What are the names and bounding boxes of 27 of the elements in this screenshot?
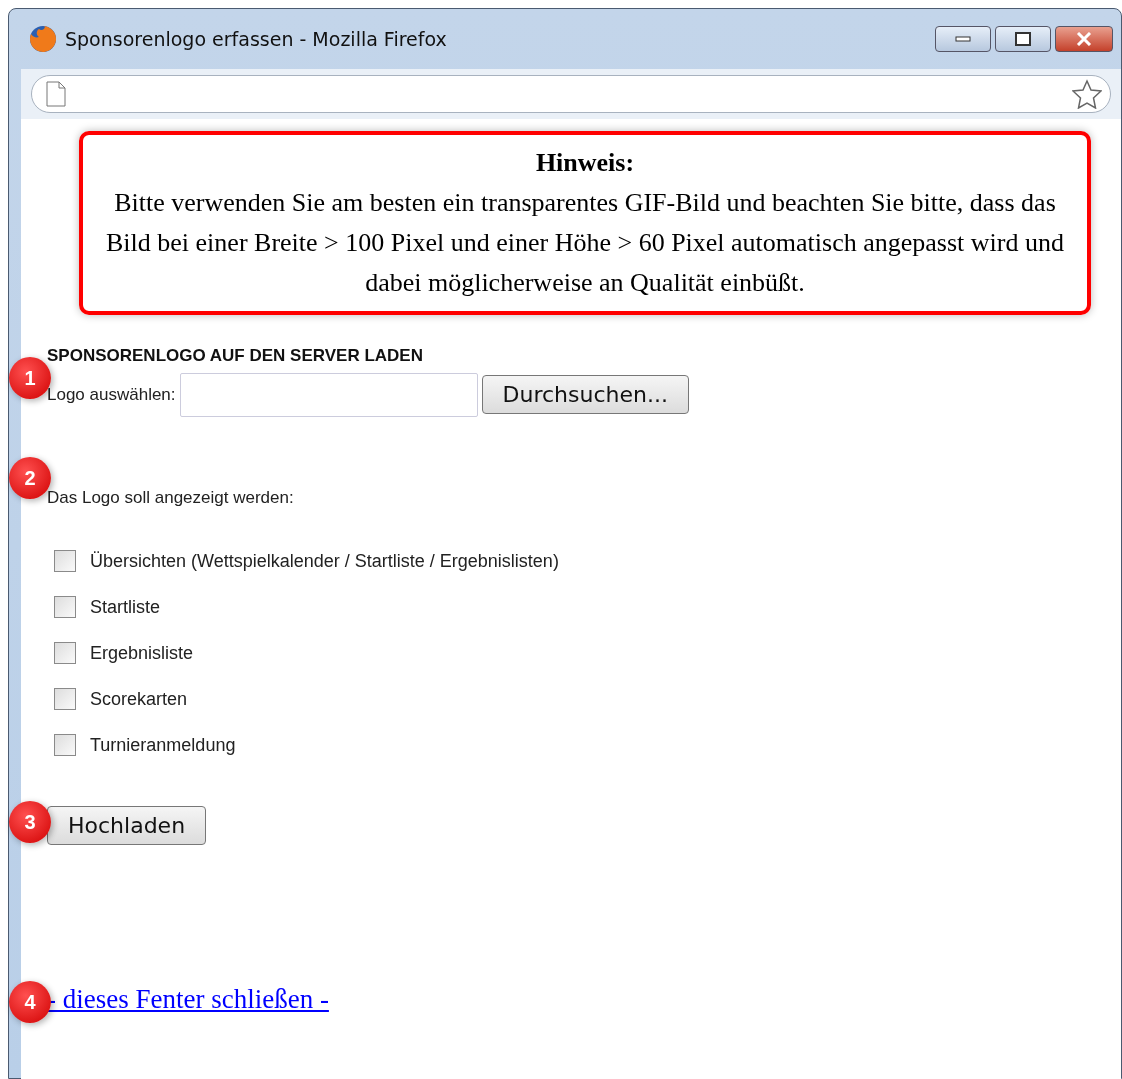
notice-text: Bitte verwenden Sie am besten ein transparentes GIF-Bild und beachten Sie bitte, dass das Bild bei einer Breite > 100 Pixel und einer Höhe > 60 Pixel automatisch angepasst wird und dabei möglicherweise an Qualität einbüßt. (105, 187, 1065, 299)
checkbox[interactable] (54, 642, 76, 664)
step-marker: 3 (9, 801, 51, 843)
checkbox[interactable] (54, 688, 76, 710)
maximize-icon (1015, 32, 1031, 46)
upload-button[interactable]: Hochladen (47, 806, 207, 845)
file-input-field[interactable] (179, 372, 478, 417)
checkbox-label: Übersichten (Wettspielkalender / Startliste / Ergebnislisten) (90, 549, 559, 573)
close-button[interactable] (1055, 26, 1113, 52)
browser-logo-icon (29, 25, 57, 53)
notice-title: Hinweis: (534, 147, 636, 179)
star-icon[interactable] (1072, 79, 1102, 109)
page-icon (46, 81, 66, 107)
checkbox[interactable] (54, 734, 76, 756)
checkbox[interactable] (54, 596, 76, 618)
browse-button[interactable]: Durchsuchen... (481, 375, 689, 414)
checkbox[interactable] (54, 550, 76, 572)
window-title: Sponsorenlogo erfassen - Mozilla Firefox (65, 26, 447, 52)
minimize-button[interactable] (935, 26, 991, 52)
maximize-button[interactable] (995, 26, 1051, 52)
checkbox-label: Ergebnisliste (90, 641, 194, 665)
close-icon (1076, 32, 1092, 46)
minimize-icon (955, 36, 971, 42)
checkbox-label: Startliste (90, 595, 161, 619)
step-marker: 4 (9, 981, 51, 1023)
checkbox-label: Turnieranmeldung (90, 733, 236, 757)
checkbox-label: Scorekarten (90, 687, 188, 711)
